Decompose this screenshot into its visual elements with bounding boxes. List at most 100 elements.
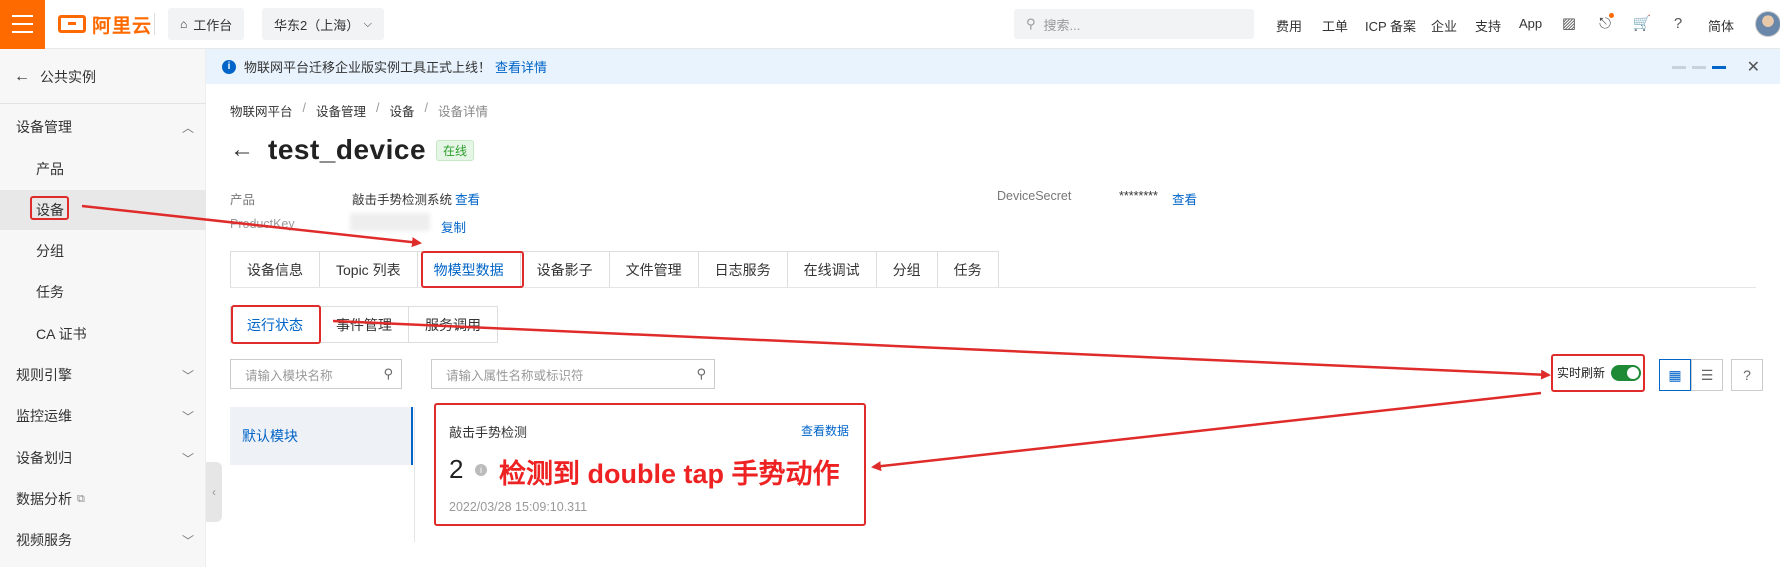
breadcrumb-item[interactable]: 物联网平台 (230, 101, 293, 120)
terminal-icon[interactable]: ▨ (1559, 14, 1579, 34)
sidebar-back-button[interactable]: ← 公共实例 (14, 67, 96, 87)
annotation-box-running-state (231, 305, 321, 344)
chevron-up-icon: ︿ (181, 120, 194, 135)
help-icon[interactable]: ? (1668, 14, 1688, 34)
pager-dot[interactable] (1672, 66, 1686, 69)
close-icon[interactable]: ✕ (1747, 57, 1760, 77)
tab-file-management[interactable]: 文件管理 (608, 251, 698, 288)
breadcrumb-item[interactable]: 设备管理 (316, 101, 366, 120)
sidebar-item-label: 设备划归 (16, 450, 72, 466)
sidebar-item-device-management[interactable]: 设备管理 ︿ (0, 107, 206, 147)
sidebar-item-video[interactable]: 视频服务 ﹀ (0, 520, 206, 560)
sidebar-item-product[interactable]: 产品 (0, 149, 206, 189)
secret-view-link[interactable]: 查看 (1172, 189, 1197, 208)
sidebar-item-device-assign[interactable]: 设备划归 ﹀ (0, 438, 206, 478)
nav-app[interactable]: App (1519, 16, 1542, 31)
region-label: 华东2（上海） (274, 17, 360, 33)
breadcrumb-separator: / (424, 101, 428, 115)
info-icon: i (222, 59, 236, 74)
module-label: 默认模块 (242, 428, 298, 444)
breadcrumb-current: 设备详情 (438, 105, 489, 119)
productkey-copy-link[interactable]: 复制 (441, 217, 466, 236)
nav-fee[interactable]: 费用 (1276, 16, 1302, 35)
grid-view-icon[interactable]: ▦ (1659, 359, 1691, 391)
aliyun-logo[interactable]: 阿里云 (58, 13, 152, 37)
workbench-label: 工作台 (193, 17, 233, 33)
sidebar-item-rule-engine[interactable]: 规则引擎 ﹀ (0, 355, 206, 395)
nav-icp[interactable]: ICP 备案 (1365, 16, 1416, 35)
sidebar-item-label: 任务 (36, 284, 64, 300)
sidebar-collapse-handle[interactable]: ‹ (206, 462, 222, 522)
notice-pager[interactable] (1672, 66, 1726, 69)
module-search-input[interactable]: 请输入模块名称 ⚲ (230, 359, 402, 389)
notice-banner: i 物联网平台迁移企业版实例工具正式上线！ 查看详情 ✕ (206, 49, 1780, 84)
chevron-down-icon: ⌵ (363, 17, 372, 30)
tab-device-shadow[interactable]: 设备影子 (519, 251, 609, 288)
pager-dot[interactable] (1692, 66, 1706, 69)
logo-icon (58, 15, 86, 33)
sidebar-item-task[interactable]: 任务 (0, 272, 206, 312)
sidebar-item-label: 设备管理 (16, 119, 72, 135)
external-link-icon: ⧉ (77, 492, 85, 505)
tab-group[interactable]: 分组 (875, 251, 937, 288)
chevron-left-icon: ‹ (212, 485, 216, 499)
annotation-box-device (30, 196, 69, 220)
search-placeholder: 搜索... (1043, 17, 1081, 33)
workbench-button[interactable]: ⌂ 工作台 (168, 8, 245, 40)
annotation-box-thing-model-tab (421, 251, 524, 288)
nav-ticket[interactable]: 工单 (1322, 16, 1348, 35)
tab-task[interactable]: 任务 (936, 251, 999, 288)
bell-icon[interactable]: ⎋ (1595, 13, 1615, 34)
divider (0, 103, 206, 104)
tab-topic-list[interactable]: Topic 列表 (319, 251, 417, 288)
chevron-down-icon: ﹀ (181, 451, 194, 466)
sidebar-item-data-analysis[interactable]: 数据分析 ⧉ (0, 479, 206, 519)
arrow (871, 391, 1542, 472)
status-badge: 在线 (436, 139, 475, 161)
sidebar-back-label: 公共实例 (40, 69, 96, 85)
secret-value: ******** (1119, 189, 1158, 203)
sidebar-item-monitoring[interactable]: 监控运维 ﹀ (0, 396, 206, 436)
help-button[interactable]: ? (1731, 359, 1763, 391)
product-value: 敲击手势检测系统 (352, 193, 453, 207)
attribute-search-input[interactable]: 请输入属性名称或标识符 ⚲ (431, 359, 715, 389)
region-select[interactable]: 华东2（上海） ⌵ (262, 8, 384, 40)
notice-link[interactable]: 查看详情 (495, 57, 547, 76)
top-navbar: 阿里云 ⌂ 工作台 华东2（上海） ⌵ ⚲ 搜索... 费用 工单 ICP 备案… (0, 0, 1780, 49)
back-arrow-icon[interactable]: ← (230, 136, 254, 164)
divider (154, 13, 155, 35)
annotation-box-realtime-refresh (1551, 354, 1645, 392)
subtab-event-management[interactable]: 事件管理 (319, 306, 408, 343)
search-icon[interactable]: ⚲ (696, 366, 706, 382)
menu-icon[interactable] (0, 0, 45, 49)
breadcrumb-separator: / (376, 101, 380, 115)
list-view-icon[interactable]: ☰ (1691, 359, 1723, 391)
avatar[interactable] (1755, 11, 1780, 37)
sidebar-item-ca-cert[interactable]: CA 证书 (0, 314, 206, 354)
device-tabs: 设备信息 Topic 列表 物模型数据 设备影子 文件管理 日志服务 在线调试 … (230, 251, 999, 288)
notice-text: 物联网平台迁移企业版实例工具正式上线！ (244, 60, 492, 75)
nav-support[interactable]: 支持 (1475, 16, 1501, 35)
nav-enterprise[interactable]: 企业 (1431, 16, 1457, 35)
product-view-link[interactable]: 查看 (455, 189, 480, 208)
chevron-down-icon: ﹀ (181, 409, 194, 424)
tab-online-debug[interactable]: 在线调试 (786, 251, 876, 288)
pager-dot-active[interactable] (1712, 66, 1726, 69)
sidebar-item-group[interactable]: 分组 (0, 231, 206, 271)
breadcrumb-item[interactable]: 设备 (390, 101, 415, 120)
search-icon[interactable]: ⚲ (383, 366, 393, 382)
chevron-down-icon: ﹀ (181, 533, 194, 548)
tab-device-info[interactable]: 设备信息 (230, 251, 319, 288)
breadcrumb-separator: / (302, 101, 306, 115)
search-input[interactable]: ⚲ 搜索... (1014, 9, 1254, 39)
page-title: test_device (268, 134, 427, 165)
productkey-value-redacted (350, 213, 430, 231)
cart-icon[interactable]: 🛒 (1632, 14, 1652, 34)
tab-log-service[interactable]: 日志服务 (697, 251, 787, 288)
subtab-service-call[interactable]: 服务调用 (408, 306, 498, 343)
module-search-placeholder: 请输入模块名称 (245, 368, 333, 383)
lang-switch[interactable]: 简体 (1708, 16, 1734, 35)
module-default-item[interactable]: 默认模块 (230, 407, 413, 465)
home-icon: ⌂ (180, 17, 188, 31)
attribute-search-placeholder: 请输入属性名称或标识符 (446, 368, 584, 383)
